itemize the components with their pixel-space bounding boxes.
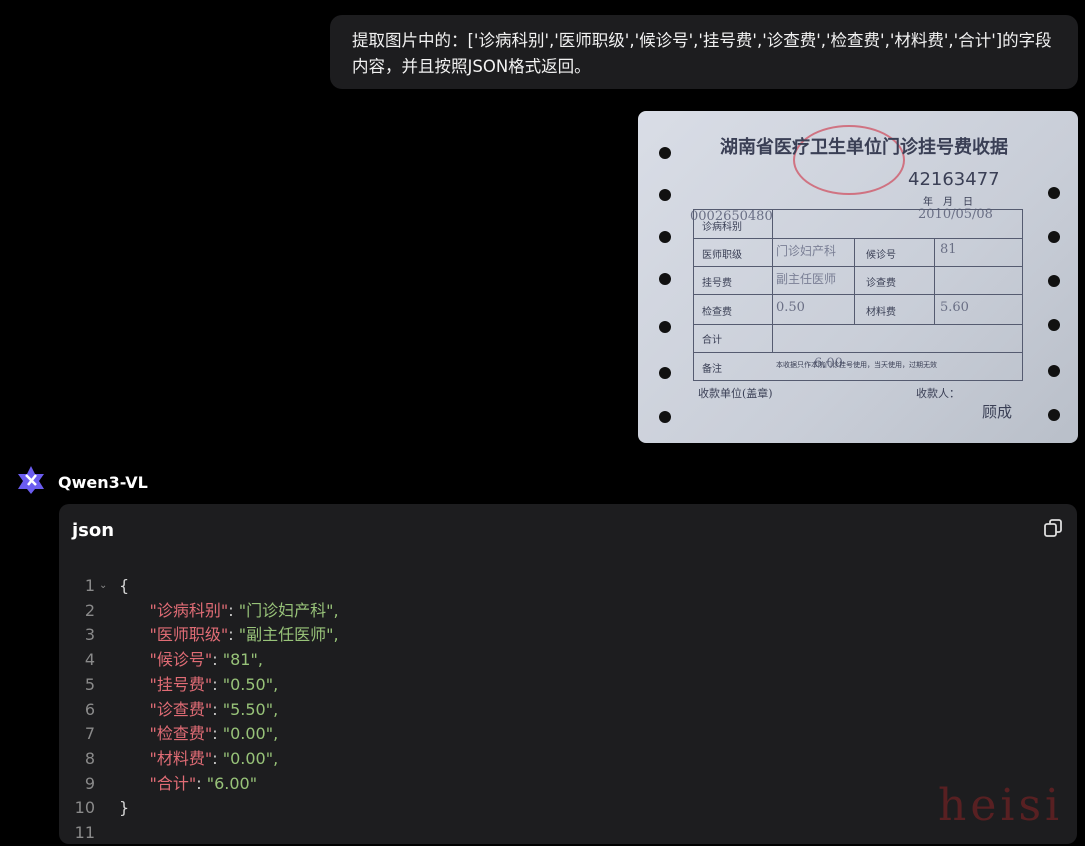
receipt-title: 湖南省医疗卫生单位门诊挂号费收据	[720, 137, 1008, 158]
code-lines: 1 ⌄{2 "诊病科别": "门诊妇产科", 3 "医师职级": "副主任医师", 4…	[59, 574, 339, 846]
code-line: 8 "材料费": "0.00",	[59, 747, 339, 772]
json-key: "检查费"	[149, 724, 213, 744]
line-number: 9	[84, 773, 95, 793]
json-key: "诊病科别"	[149, 600, 229, 620]
user-message: 提取图片中的：['诊病科别','医师职级','候诊号','挂号费','诊查费',…	[330, 15, 1078, 89]
json-value: "0.00",	[222, 748, 279, 768]
gutter	[99, 747, 119, 772]
gutter	[99, 821, 119, 846]
copy-icon[interactable]	[1043, 518, 1063, 542]
gutter	[99, 599, 119, 624]
code-text: {	[119, 576, 130, 595]
code-text: }	[119, 798, 130, 818]
code-line: 1 ⌄{	[59, 574, 339, 599]
code-language: json	[72, 520, 115, 541]
line-number: 8	[84, 748, 95, 768]
json-key: "材料费"	[149, 748, 213, 768]
line-number: 3	[84, 625, 95, 645]
watermark: heisi	[938, 780, 1064, 831]
receipt-number: 42163477	[908, 169, 1000, 190]
line-number: 2	[84, 600, 95, 620]
gutter	[99, 673, 119, 698]
json-key: "候诊号"	[149, 650, 213, 670]
qwen-logo-icon	[16, 465, 46, 499]
agent-name: Qwen3-VL	[58, 472, 148, 492]
receipt-table: 诊病科别 医师职级 挂号费 检查费 合计 备注 候诊号 诊查费 材料费 门诊妇产…	[693, 209, 1023, 381]
line-number: 1	[84, 576, 95, 595]
gutter	[99, 623, 119, 648]
gutter	[99, 796, 119, 821]
json-key: "医师职级"	[149, 625, 229, 645]
code-line: 6 "诊查费": "5.50",	[59, 698, 339, 723]
line-number: 10	[74, 798, 95, 818]
date-label: 年 月 日	[923, 197, 973, 208]
code-line: 4 "候诊号": "81",	[59, 648, 339, 673]
fold-chevron-icon[interactable]: ⌄	[99, 574, 119, 599]
code-line: 5 "挂号费": "0.50",	[59, 673, 339, 698]
gutter	[99, 722, 119, 747]
line-number: 7	[84, 724, 95, 744]
line-number: 11	[74, 823, 95, 843]
code-line: 7 "检查费": "0.00",	[59, 722, 339, 747]
code-line: 10}	[59, 796, 339, 821]
json-value: "门诊妇产科",	[238, 600, 339, 620]
code-block: json 1 ⌄{2 "诊病科别": "门诊妇产科", 3 "医师职级": "副主任…	[59, 504, 1077, 844]
code-line: 11	[59, 821, 339, 846]
json-key: "挂号费"	[149, 674, 213, 694]
gutter	[99, 772, 119, 797]
json-value: "副主任医师",	[238, 625, 339, 645]
json-key: "诊查费"	[149, 699, 213, 719]
receipt-image[interactable]: 湖南省医疗卫生单位门诊挂号费收据 42163477 年 月 日 00026504…	[638, 111, 1078, 443]
line-number: 5	[84, 674, 95, 694]
line-number: 4	[84, 650, 95, 670]
code-line: 3 "医师职级": "副主任医师",	[59, 623, 339, 648]
code-line: 2 "诊病科别": "门诊妇产科",	[59, 599, 339, 624]
json-value: "0.50",	[222, 674, 279, 694]
json-value: "6.00"	[206, 773, 258, 793]
json-key: "合计"	[149, 773, 197, 793]
json-value: "0.00",	[222, 724, 279, 744]
agent-header: Qwen3-VL	[16, 465, 148, 499]
json-value: "5.50",	[222, 699, 279, 719]
signature: 顾成	[982, 403, 1013, 421]
gutter	[99, 648, 119, 673]
code-line: 9 "合计": "6.00"	[59, 772, 339, 797]
gutter	[99, 698, 119, 723]
json-value: "81",	[222, 650, 263, 670]
line-number: 6	[84, 699, 95, 719]
